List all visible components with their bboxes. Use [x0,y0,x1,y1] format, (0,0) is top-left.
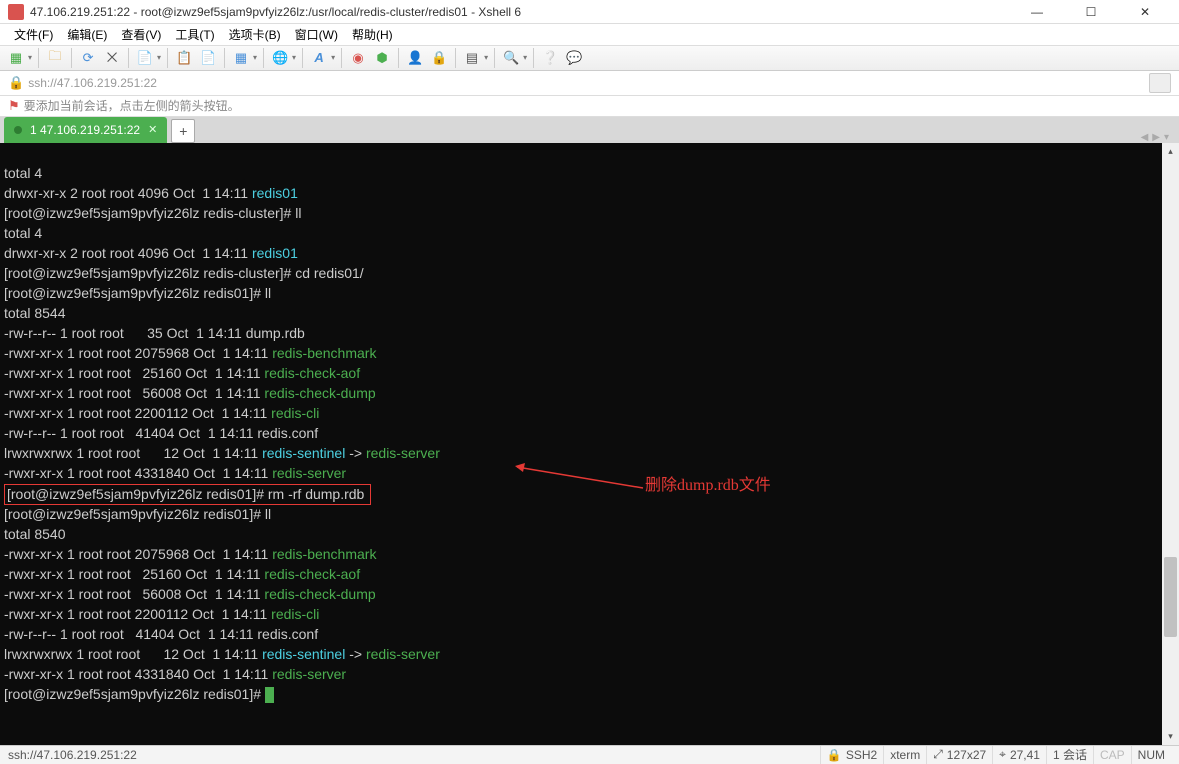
open-icon[interactable]: 🗀 [45,48,65,68]
bars-icon[interactable]: ▤ [462,48,482,68]
dropdown-icon[interactable]: ▾ [28,53,32,62]
properties-icon[interactable]: 📄 [135,48,155,68]
xftp-icon[interactable]: ⬢ [372,48,392,68]
terminal[interactable]: total 4 drwxr-xr-x 2 root root 4096 Oct … [0,143,1162,745]
status-sessions: 1 会话 [1046,746,1093,764]
menu-window[interactable]: 窗口(W) [289,24,344,45]
xshell-icon[interactable]: ◉ [348,48,368,68]
menu-bar: 文件(F) 编辑(E) 查看(V) 工具(T) 选项卡(B) 窗口(W) 帮助(… [0,24,1179,45]
window-title: 47.106.219.251:22 - root@izwz9ef5sjam9pv… [30,5,1017,19]
hint-text: 要添加当前会话，点击左侧的箭头按钮。 [24,97,240,114]
menu-view[interactable]: 查看(V) [115,24,167,45]
status-address: ssh://47.106.219.251:22 [8,748,137,762]
menu-tools[interactable]: 工具(T) [169,24,220,45]
session-tab[interactable]: 1 47.106.219.251:22 ✕ [4,117,167,143]
lock-icon: 🔒 [827,748,842,762]
status-num: NUM [1131,746,1171,764]
tile-icon[interactable]: ▦ [231,48,251,68]
address-text[interactable]: ssh://47.106.219.251:22 [28,76,1149,90]
dropdown-icon[interactable]: ▾ [331,53,335,62]
app-icon [8,4,24,20]
toolbar: ▦▾ 🗀 ⟳ ⨉ 📄▾ 📋 📄 ▦▾ 🌐▾ A▾ ◉ ⬢ 👤 🔒 ▤▾ 🔍▾ ❔… [0,45,1179,71]
status-cap: CAP [1093,746,1131,764]
find-icon[interactable]: 🔍 [501,48,521,68]
tab-prev-icon[interactable]: ◀ [1141,132,1149,143]
resize-icon: ⤢ [933,747,943,762]
window-controls: — ☐ ✕ [1017,5,1171,19]
scroll-track[interactable] [1162,160,1179,728]
cursor [265,687,274,703]
status-dot-icon [14,126,22,134]
new-session-icon[interactable]: ▦ [6,48,26,68]
menu-tab[interactable]: 选项卡(B) [223,24,287,45]
help-icon[interactable]: ❔ [540,48,560,68]
status-ssh: 🔒SSH2 [820,746,883,764]
dropdown-icon[interactable]: ▾ [484,53,488,62]
dropdown-icon[interactable]: ▾ [523,53,527,62]
font-icon[interactable]: A [309,48,329,68]
title-bar: 47.106.219.251:22 - root@izwz9ef5sjam9pv… [0,0,1179,24]
feedback-icon[interactable]: 💬 [564,48,584,68]
dropdown-icon[interactable]: ▾ [292,53,296,62]
tab-bar: 1 47.106.219.251:22 ✕ + ◀ ▶ ▾ [0,117,1179,143]
tab-label: 1 47.106.219.251:22 [30,123,140,137]
status-pos: ⌖ 27,41 [992,746,1046,764]
disconnect-icon[interactable]: ⨉ [102,48,122,68]
flag-icon: ⚑ [8,98,20,114]
paste-icon[interactable]: 📄 [198,48,218,68]
annotation-label: 删除dump.rdb文件 [645,476,771,495]
dropdown-icon[interactable]: ▾ [157,53,161,62]
lock-icon: 🔒 [8,75,24,91]
annotation-arrow [515,463,645,493]
hint-bar: ⚑ 要添加当前会话，点击左侧的箭头按钮。 [0,96,1179,117]
globe-icon[interactable]: 🌐 [270,48,290,68]
address-bar: 🔒 ssh://47.106.219.251:22 [0,71,1179,96]
highlighted-command: [root@izwz9ef5sjam9pvfyiz26lz redis01]# … [4,484,371,505]
go-button[interactable] [1149,73,1171,93]
scroll-down-icon[interactable]: ▾ [1162,728,1179,745]
tab-close-icon[interactable]: ✕ [148,123,157,136]
copy-icon[interactable]: 📋 [174,48,194,68]
menu-file[interactable]: 文件(F) [8,24,59,45]
menu-edit[interactable]: 编辑(E) [61,24,113,45]
user-icon[interactable]: 👤 [405,48,425,68]
minimize-button[interactable]: — [1017,5,1057,19]
scrollbar[interactable]: ▴ ▾ [1162,143,1179,745]
menu-help[interactable]: 帮助(H) [346,24,399,45]
add-tab-button[interactable]: + [171,119,195,143]
maximize-button[interactable]: ☐ [1071,5,1111,19]
close-button[interactable]: ✕ [1125,5,1165,19]
lock-icon[interactable]: 🔒 [429,48,449,68]
cursor-pos-icon: ⌖ [999,747,1006,762]
reconnect-icon[interactable]: ⟳ [78,48,98,68]
tab-menu-icon[interactable]: ▾ [1164,132,1169,143]
tab-next-icon[interactable]: ▶ [1152,132,1160,143]
status-term: xterm [883,746,926,764]
scroll-thumb[interactable] [1164,557,1177,637]
status-size: ⤢ 127x27 [926,746,992,764]
status-bar: ssh://47.106.219.251:22 🔒SSH2 xterm ⤢ 12… [0,745,1179,764]
scroll-up-icon[interactable]: ▴ [1162,143,1179,160]
dropdown-icon[interactable]: ▾ [253,53,257,62]
